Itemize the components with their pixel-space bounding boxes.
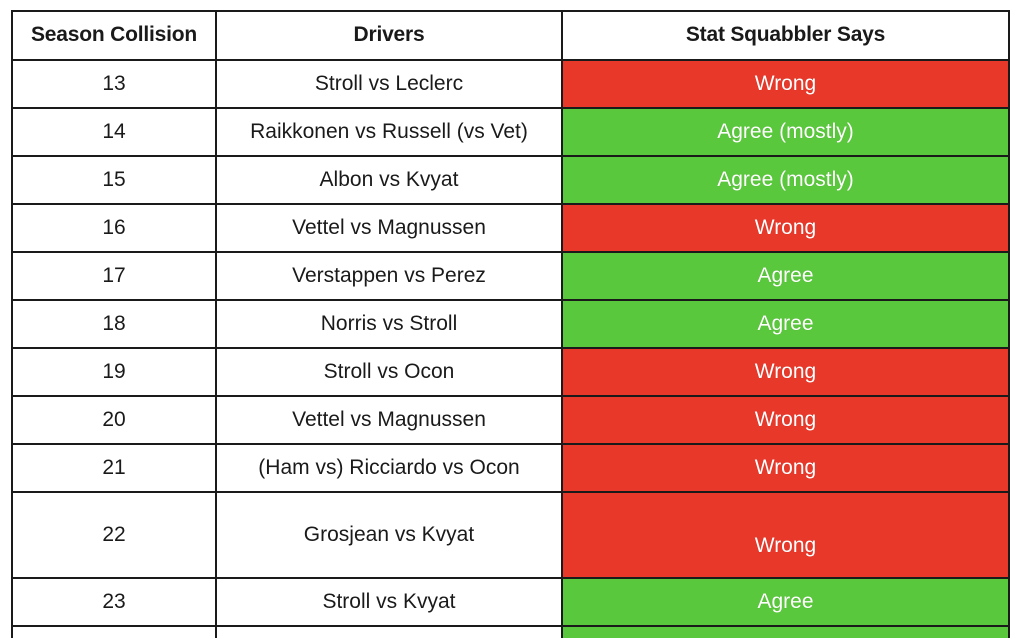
collision-table-container: Season Collision Drivers Stat Squabbler … — [11, 10, 1010, 638]
cell-drivers: Grosjean vs Kvyat — [215, 491, 563, 579]
cell-season-collision: 22 — [11, 491, 217, 579]
table-row: 13 Stroll vs Leclerc Wrong — [11, 59, 1010, 109]
cell-verdict-badge: Wrong — [561, 59, 1010, 109]
cell-verdict-badge: Agree — [561, 251, 1010, 301]
cell-verdict-badge: Wrong — [561, 443, 1010, 493]
table-header: Season Collision Drivers Stat Squabbler … — [11, 10, 1010, 61]
cell-verdict-badge: Wrong — [561, 203, 1010, 253]
cell-drivers: Stroll vs Kvyat — [215, 577, 563, 627]
table-row: 14 Raikkonen vs Russell (vs Vet) Agree (mo… — [11, 107, 1010, 157]
cell-verdict-badge: Wrong — [561, 347, 1010, 397]
cell-drivers: (Ham vs) Ricciardo vs Ocon — [215, 443, 563, 493]
table-row: 18 Norris vs Stroll Agree — [11, 299, 1010, 349]
cell-drivers: Verstappen vs Perez — [215, 251, 563, 301]
cell-verdict-badge: Wrong — [561, 491, 1010, 579]
cell-season-collision: 23 — [11, 577, 217, 627]
column-header-drivers: Drivers — [215, 10, 563, 61]
cell-drivers: Raikkonen vs Russell (vs Vet) — [215, 107, 563, 157]
table-row: 22 Grosjean vs Kvyat Wrong — [11, 491, 1010, 579]
cell-season-collision: 16 — [11, 203, 217, 253]
table-row: 20 Vettel vs Magnussen Wrong — [11, 395, 1010, 445]
table-body: 13 Stroll vs Leclerc Wrong 14 Raikkonen vs R… — [11, 59, 1010, 638]
cell-drivers: Norris vs Stroll — [215, 299, 563, 349]
cell-season-collision: 13 — [11, 59, 217, 109]
cell-verdict-badge: Wrong — [561, 395, 1010, 445]
cell-drivers: Albon vs Kvyat — [215, 155, 563, 205]
cell-drivers: Perez vs Leclerc (vs Ver) — [215, 625, 563, 638]
column-header-season-collision: Season Collision — [11, 10, 217, 61]
cell-verdict-badge: Agree (mostly) — [561, 107, 1010, 157]
cell-season-collision: 15 — [11, 155, 217, 205]
cell-season-collision: 19 — [11, 347, 217, 397]
table-row: 16 Vettel vs Magnussen Wrong — [11, 203, 1010, 253]
cell-drivers: Stroll vs Ocon — [215, 347, 563, 397]
cell-drivers: Vettel vs Magnussen — [215, 395, 563, 445]
cell-drivers: Vettel vs Magnussen — [215, 203, 563, 253]
cell-season-collision: 14 — [11, 107, 217, 157]
table-row: 23 Stroll vs Kvyat Agree — [11, 577, 1010, 627]
table-row: 21 (Ham vs) Ricciardo vs Ocon Wrong — [11, 443, 1010, 493]
page-root: Season Collision Drivers Stat Squabbler … — [0, 0, 1024, 638]
cell-drivers: Stroll vs Leclerc — [215, 59, 563, 109]
table-row: 17 Verstappen vs Perez Agree — [11, 251, 1010, 301]
table-row: 19 Stroll vs Ocon Wrong — [11, 347, 1010, 397]
cell-season-collision: 17 — [11, 251, 217, 301]
table-row: 24Perez vs Leclerc (vs Ver)Agree — [11, 625, 1010, 638]
cell-season-collision: 18 — [11, 299, 217, 349]
table-header-row: Season Collision Drivers Stat Squabbler … — [11, 10, 1010, 61]
cell-season-collision: 21 — [11, 443, 217, 493]
column-header-stat-squabbler-says: Stat Squabbler Says — [561, 10, 1010, 61]
cell-season-collision: 20 — [11, 395, 217, 445]
cell-verdict-badge: Agree — [561, 577, 1010, 627]
table-row: 15 Albon vs Kvyat Agree (mostly) — [11, 155, 1010, 205]
cell-verdict-badge: Agree (mostly) — [561, 155, 1010, 205]
cell-verdict-badge: Agree — [561, 625, 1010, 638]
cell-season-collision: 24 — [11, 625, 217, 638]
cell-verdict-badge: Agree — [561, 299, 1010, 349]
season-collision-table: Season Collision Drivers Stat Squabbler … — [11, 10, 1010, 638]
